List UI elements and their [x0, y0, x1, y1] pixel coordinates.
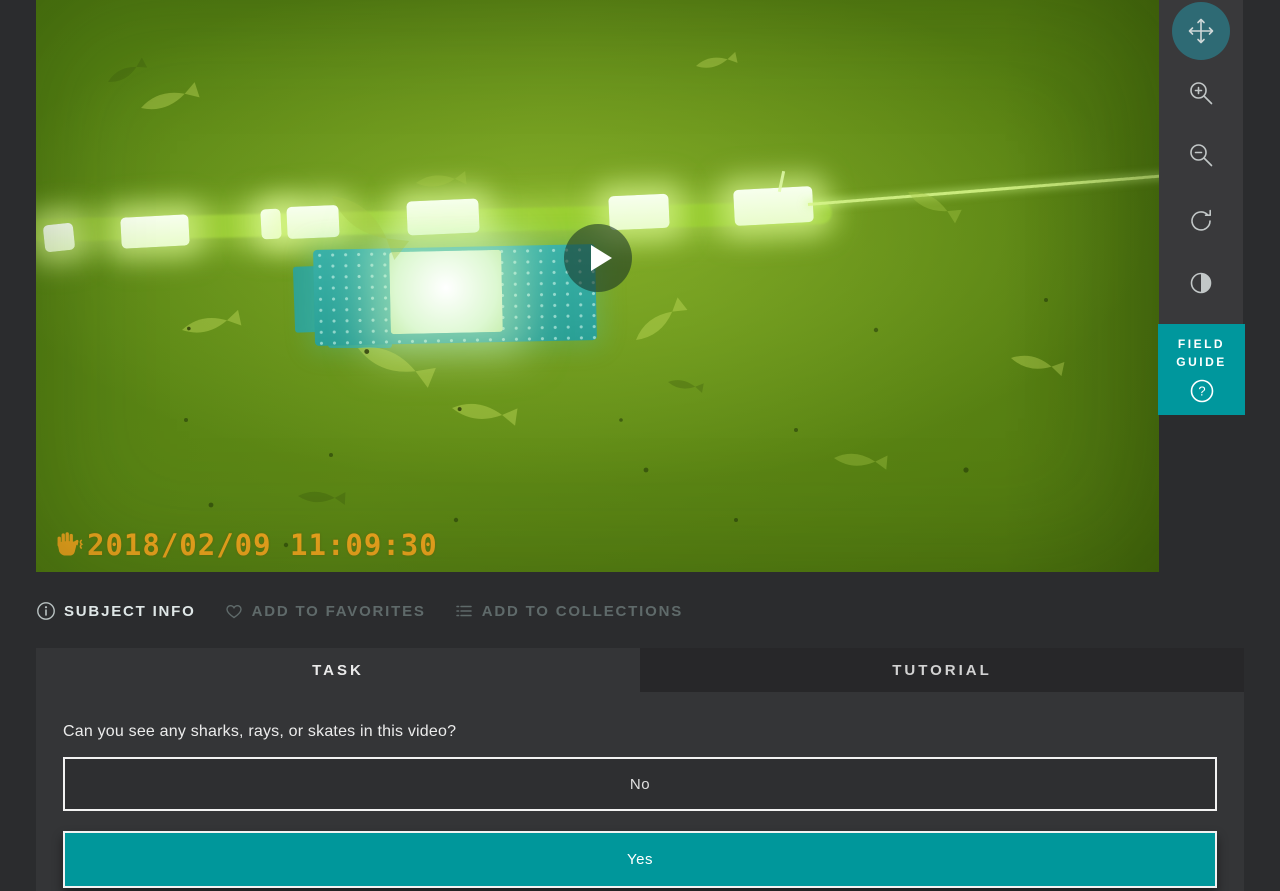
- hand-icon: [57, 532, 84, 556]
- zoom-out-button[interactable]: [1179, 133, 1223, 177]
- answer-no-label: No: [629, 775, 651, 793]
- play-icon: [591, 245, 612, 271]
- svg-text:?: ?: [1198, 383, 1205, 398]
- heart-icon: [225, 604, 242, 619]
- invert-icon: [1190, 272, 1212, 294]
- answer-yes-label: Yes: [627, 851, 653, 868]
- rotate-icon: [1191, 209, 1211, 231]
- answer-no-button[interactable]: No: [63, 757, 1217, 811]
- play-button[interactable]: [564, 224, 632, 292]
- subject-video-frame[interactable]: 2018/02/09 11:09:30: [36, 0, 1159, 572]
- task-panel: Can you see any sharks, rays, or skates …: [36, 692, 1244, 891]
- add-to-collections-button[interactable]: ADD TO COLLECTIONS: [454, 601, 683, 621]
- rotate-button[interactable]: [1179, 199, 1223, 243]
- tab-tutorial-label: TUTORIAL: [892, 661, 992, 679]
- zoom-in-icon: [1190, 82, 1213, 105]
- move-icon: [1188, 18, 1214, 44]
- subject-info-label: SUBJECT INFO: [64, 602, 196, 620]
- info-icon: [37, 602, 55, 620]
- add-to-favorites-label: ADD TO FAVORITES: [251, 602, 426, 620]
- subject-metadata-bar: SUBJECT INFO ADD TO FAVORITES ADD TO COL…: [36, 596, 683, 626]
- image-toolbar: [1159, 0, 1243, 324]
- zoom-out-icon: [1190, 144, 1213, 167]
- add-to-collections-label: ADD TO COLLECTIONS: [481, 602, 684, 620]
- task-question: Can you see any sharks, rays, or skates …: [63, 723, 457, 740]
- help-icon: ?: [1190, 379, 1213, 402]
- timestamp-text: 2018/02/09 11:09:30: [87, 528, 438, 562]
- video-timestamp-overlay: 2018/02/09 11:09:30: [54, 528, 438, 562]
- subject-info-button[interactable]: SUBJECT INFO: [36, 601, 196, 621]
- zoom-in-button[interactable]: [1179, 71, 1223, 115]
- invert-button[interactable]: [1179, 261, 1223, 305]
- list-icon: [455, 605, 472, 617]
- tab-tutorial[interactable]: TUTORIAL: [640, 648, 1244, 692]
- classification-page: 2018/02/09 11:09:30 FIELD GUIDE ? SUBJEC…: [0, 0, 1280, 891]
- field-guide-button[interactable]: FIELD GUIDE ?: [1158, 324, 1245, 415]
- tab-task-label: TASK: [312, 661, 364, 679]
- pan-tool-button[interactable]: [1172, 2, 1230, 60]
- task-tabs: TASK TUTORIAL: [36, 648, 1244, 692]
- tab-task[interactable]: TASK: [36, 648, 640, 692]
- add-to-favorites-button[interactable]: ADD TO FAVORITES: [224, 601, 426, 621]
- answer-yes-button[interactable]: Yes: [63, 831, 1217, 888]
- field-guide-label: FIELD: [1177, 336, 1226, 351]
- field-guide-label: GUIDE: [1176, 354, 1227, 369]
